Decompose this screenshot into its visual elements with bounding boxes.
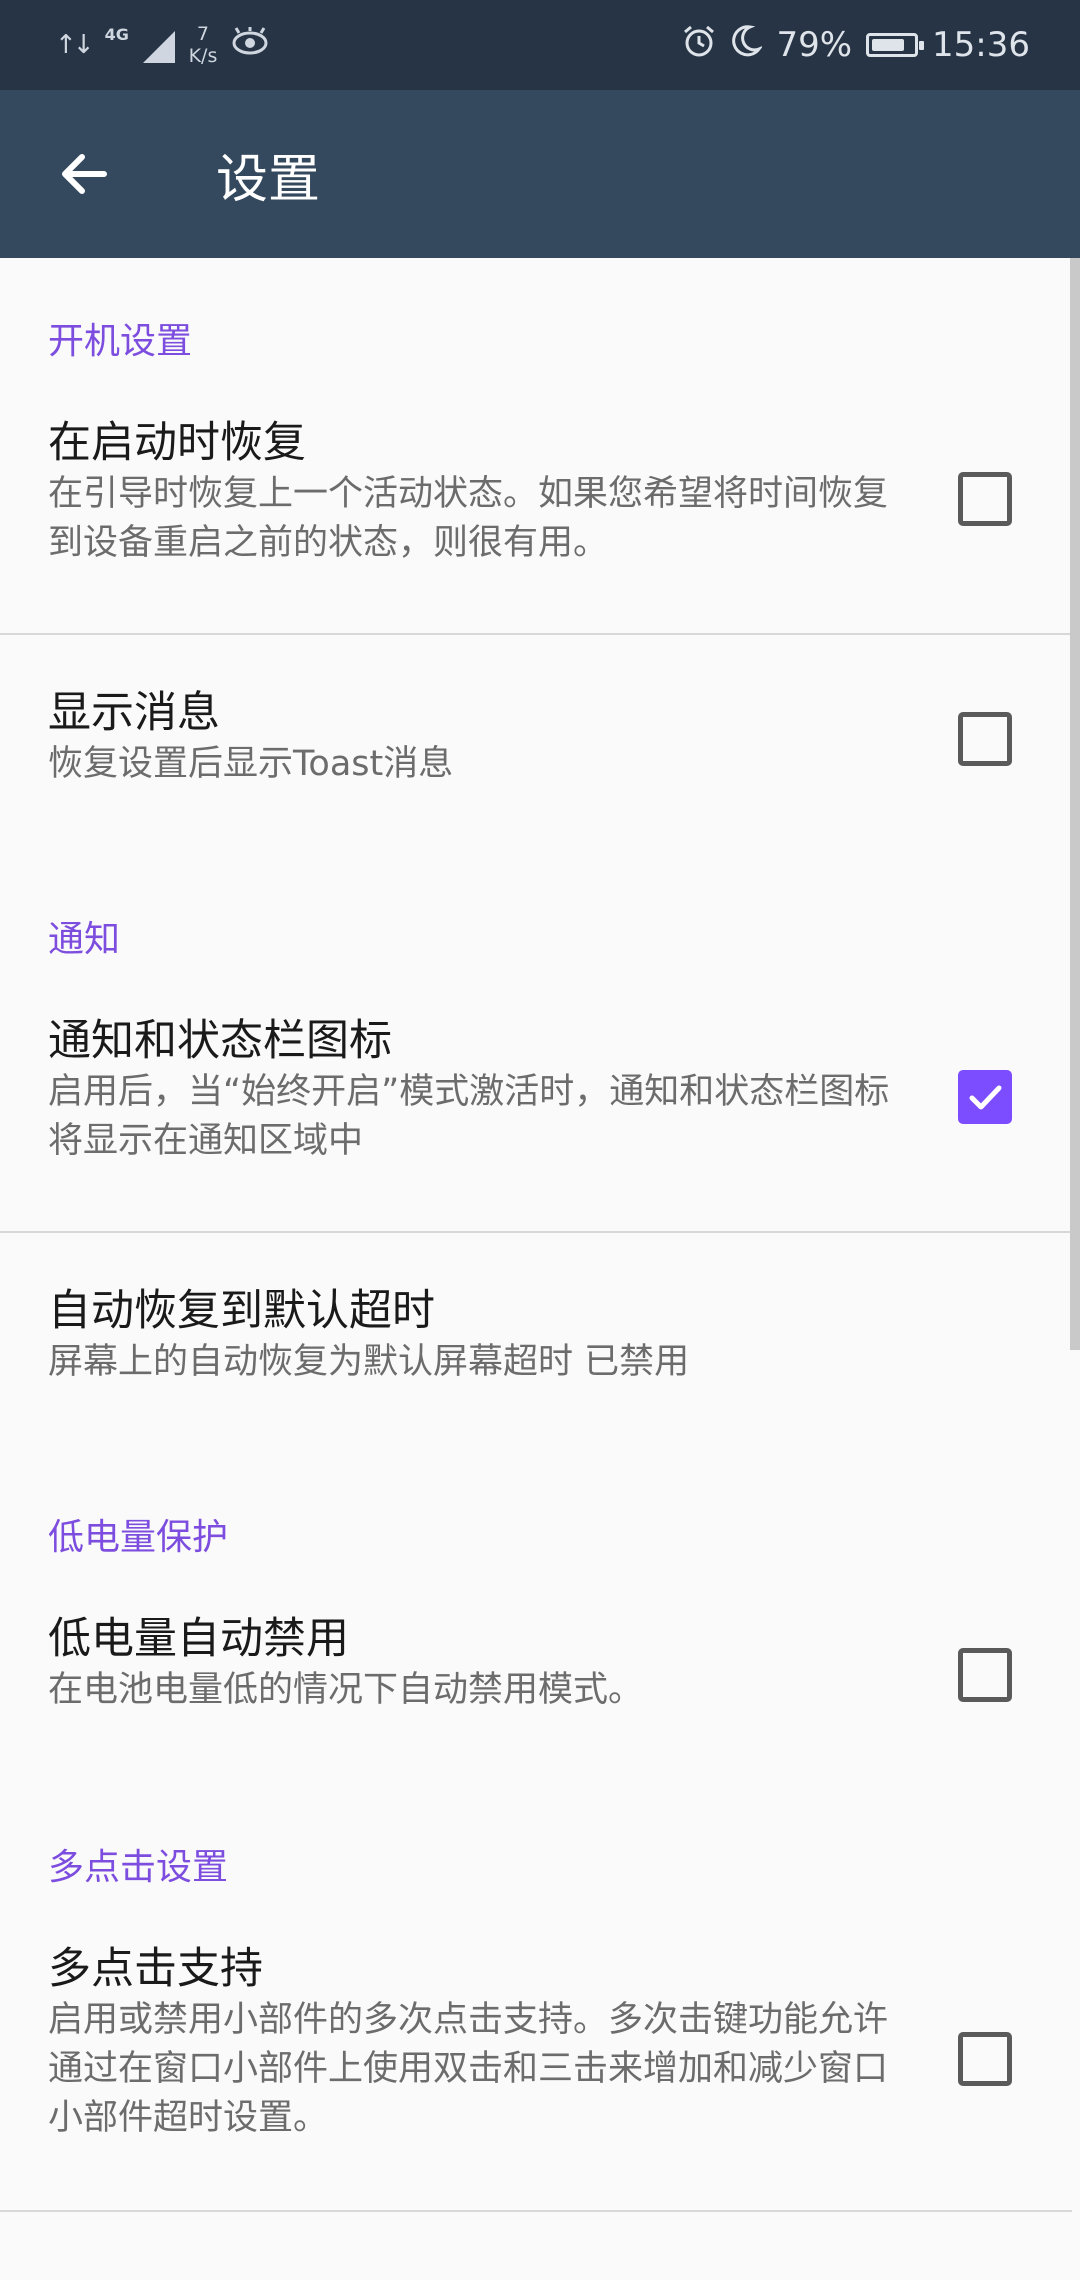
check-icon (969, 1085, 1002, 1110)
divider (0, 2210, 1072, 2212)
status-time: 15:36 (932, 25, 1030, 65)
back-button[interactable] (0, 90, 170, 258)
battery-percent: 79% (776, 25, 853, 65)
pref-restore-on-boot[interactable]: 在启动时恢复 在引导时恢复上一个活动状态。如果您希望将时间恢复到设备重启之前的状… (0, 408, 1080, 644)
divider (0, 1231, 1072, 1233)
network-type: 4G (104, 25, 129, 44)
pref-title: 显示消息 (48, 688, 220, 738)
pref-low-battery-disable[interactable]: 低电量自动禁用 在电池电量低的情况下自动禁用模式。 (0, 1604, 1080, 1764)
battery-icon (866, 33, 925, 57)
status-bar: ↑↓ 4G 7 K/s 79% 15:36 (0, 0, 1080, 90)
scrollbar[interactable] (1070, 258, 1080, 1350)
pref-summary: 启用后，当“始终开启”模式激活时，通知和状态栏图标将显示在通知区域中 (48, 1072, 890, 1161)
section-header-multi-tap: 多点击设置 (48, 1847, 229, 1888)
divider (0, 633, 1072, 635)
battery-fill (872, 39, 905, 51)
pref-multi-tap-support[interactable]: 多点击支持 启用或禁用小部件的多次点击支持。多次击键功能允许通过在窗口小部件上使… (0, 1934, 1080, 2194)
alarm-icon (682, 24, 716, 67)
section-header-low-battery: 低电量保护 (48, 1517, 229, 1558)
status-left-group: ↑↓ 4G 7 K/s (55, 23, 269, 67)
moon-icon (730, 24, 764, 67)
pref-summary: 恢复设置后显示Toast消息 (48, 744, 454, 784)
speed-unit: K/s (188, 45, 218, 67)
show-message-checkbox[interactable] (958, 712, 1012, 766)
network-speed: 7 K/s (189, 23, 218, 67)
app-bar: 设置 (0, 90, 1080, 258)
data-arrows-icon: ↑↓ (55, 30, 95, 60)
pref-summary: 在电池电量低的情况下自动禁用模式。 (48, 1670, 644, 1710)
settings-list[interactable]: 开机设置 在启动时恢复 在引导时恢复上一个活动状态。如果您希望将时间恢复到设备重… (0, 258, 1080, 2280)
back-arrow-icon (62, 154, 107, 194)
page-title: 设置 (216, 149, 321, 210)
pref-summary: 启用或禁用小部件的多次点击支持。多次击键功能允许通过在窗口小部件上使用双击和三击… (48, 2000, 889, 2138)
low-battery-disable-checkbox[interactable] (958, 1648, 1012, 1702)
eye-icon (231, 26, 269, 64)
notification-icon-checkbox[interactable] (958, 1070, 1012, 1124)
pref-auto-restore-timeout[interactable]: 自动恢复到默认超时 屏幕上的自动恢复为默认屏幕超时 已禁用 (0, 1276, 1080, 1436)
pref-title: 通知和状态栏图标 (48, 1016, 392, 1066)
pref-notification-icon[interactable]: 通知和状态栏图标 启用后，当“始终开启”模式激活时，通知和状态栏图标将显示在通知… (0, 1006, 1080, 1242)
section-header-boot: 开机设置 (48, 321, 193, 362)
pref-title: 在启动时恢复 (48, 418, 306, 468)
speed-value: 7 (196, 23, 209, 45)
multi-tap-checkbox[interactable] (958, 2032, 1012, 2086)
pref-title: 自动恢复到默认超时 (48, 1286, 435, 1336)
pref-show-message[interactable]: 显示消息 恢复设置后显示Toast消息 (0, 678, 1080, 838)
pref-summary: 在引导时恢复上一个活动状态。如果您希望将时间恢复到设备重启之前的状态，则很有用。 (48, 474, 889, 563)
section-header-notification: 通知 (48, 919, 121, 960)
restore-on-boot-checkbox[interactable] (958, 472, 1012, 526)
pref-summary: 屏幕上的自动恢复为默认屏幕超时 已禁用 (48, 1342, 690, 1382)
status-right-group: 79% 15:36 (682, 24, 1030, 67)
signal-icon: 4G (105, 25, 175, 65)
pref-title: 多点击支持 (48, 1944, 263, 1994)
pref-title: 低电量自动禁用 (48, 1614, 349, 1664)
